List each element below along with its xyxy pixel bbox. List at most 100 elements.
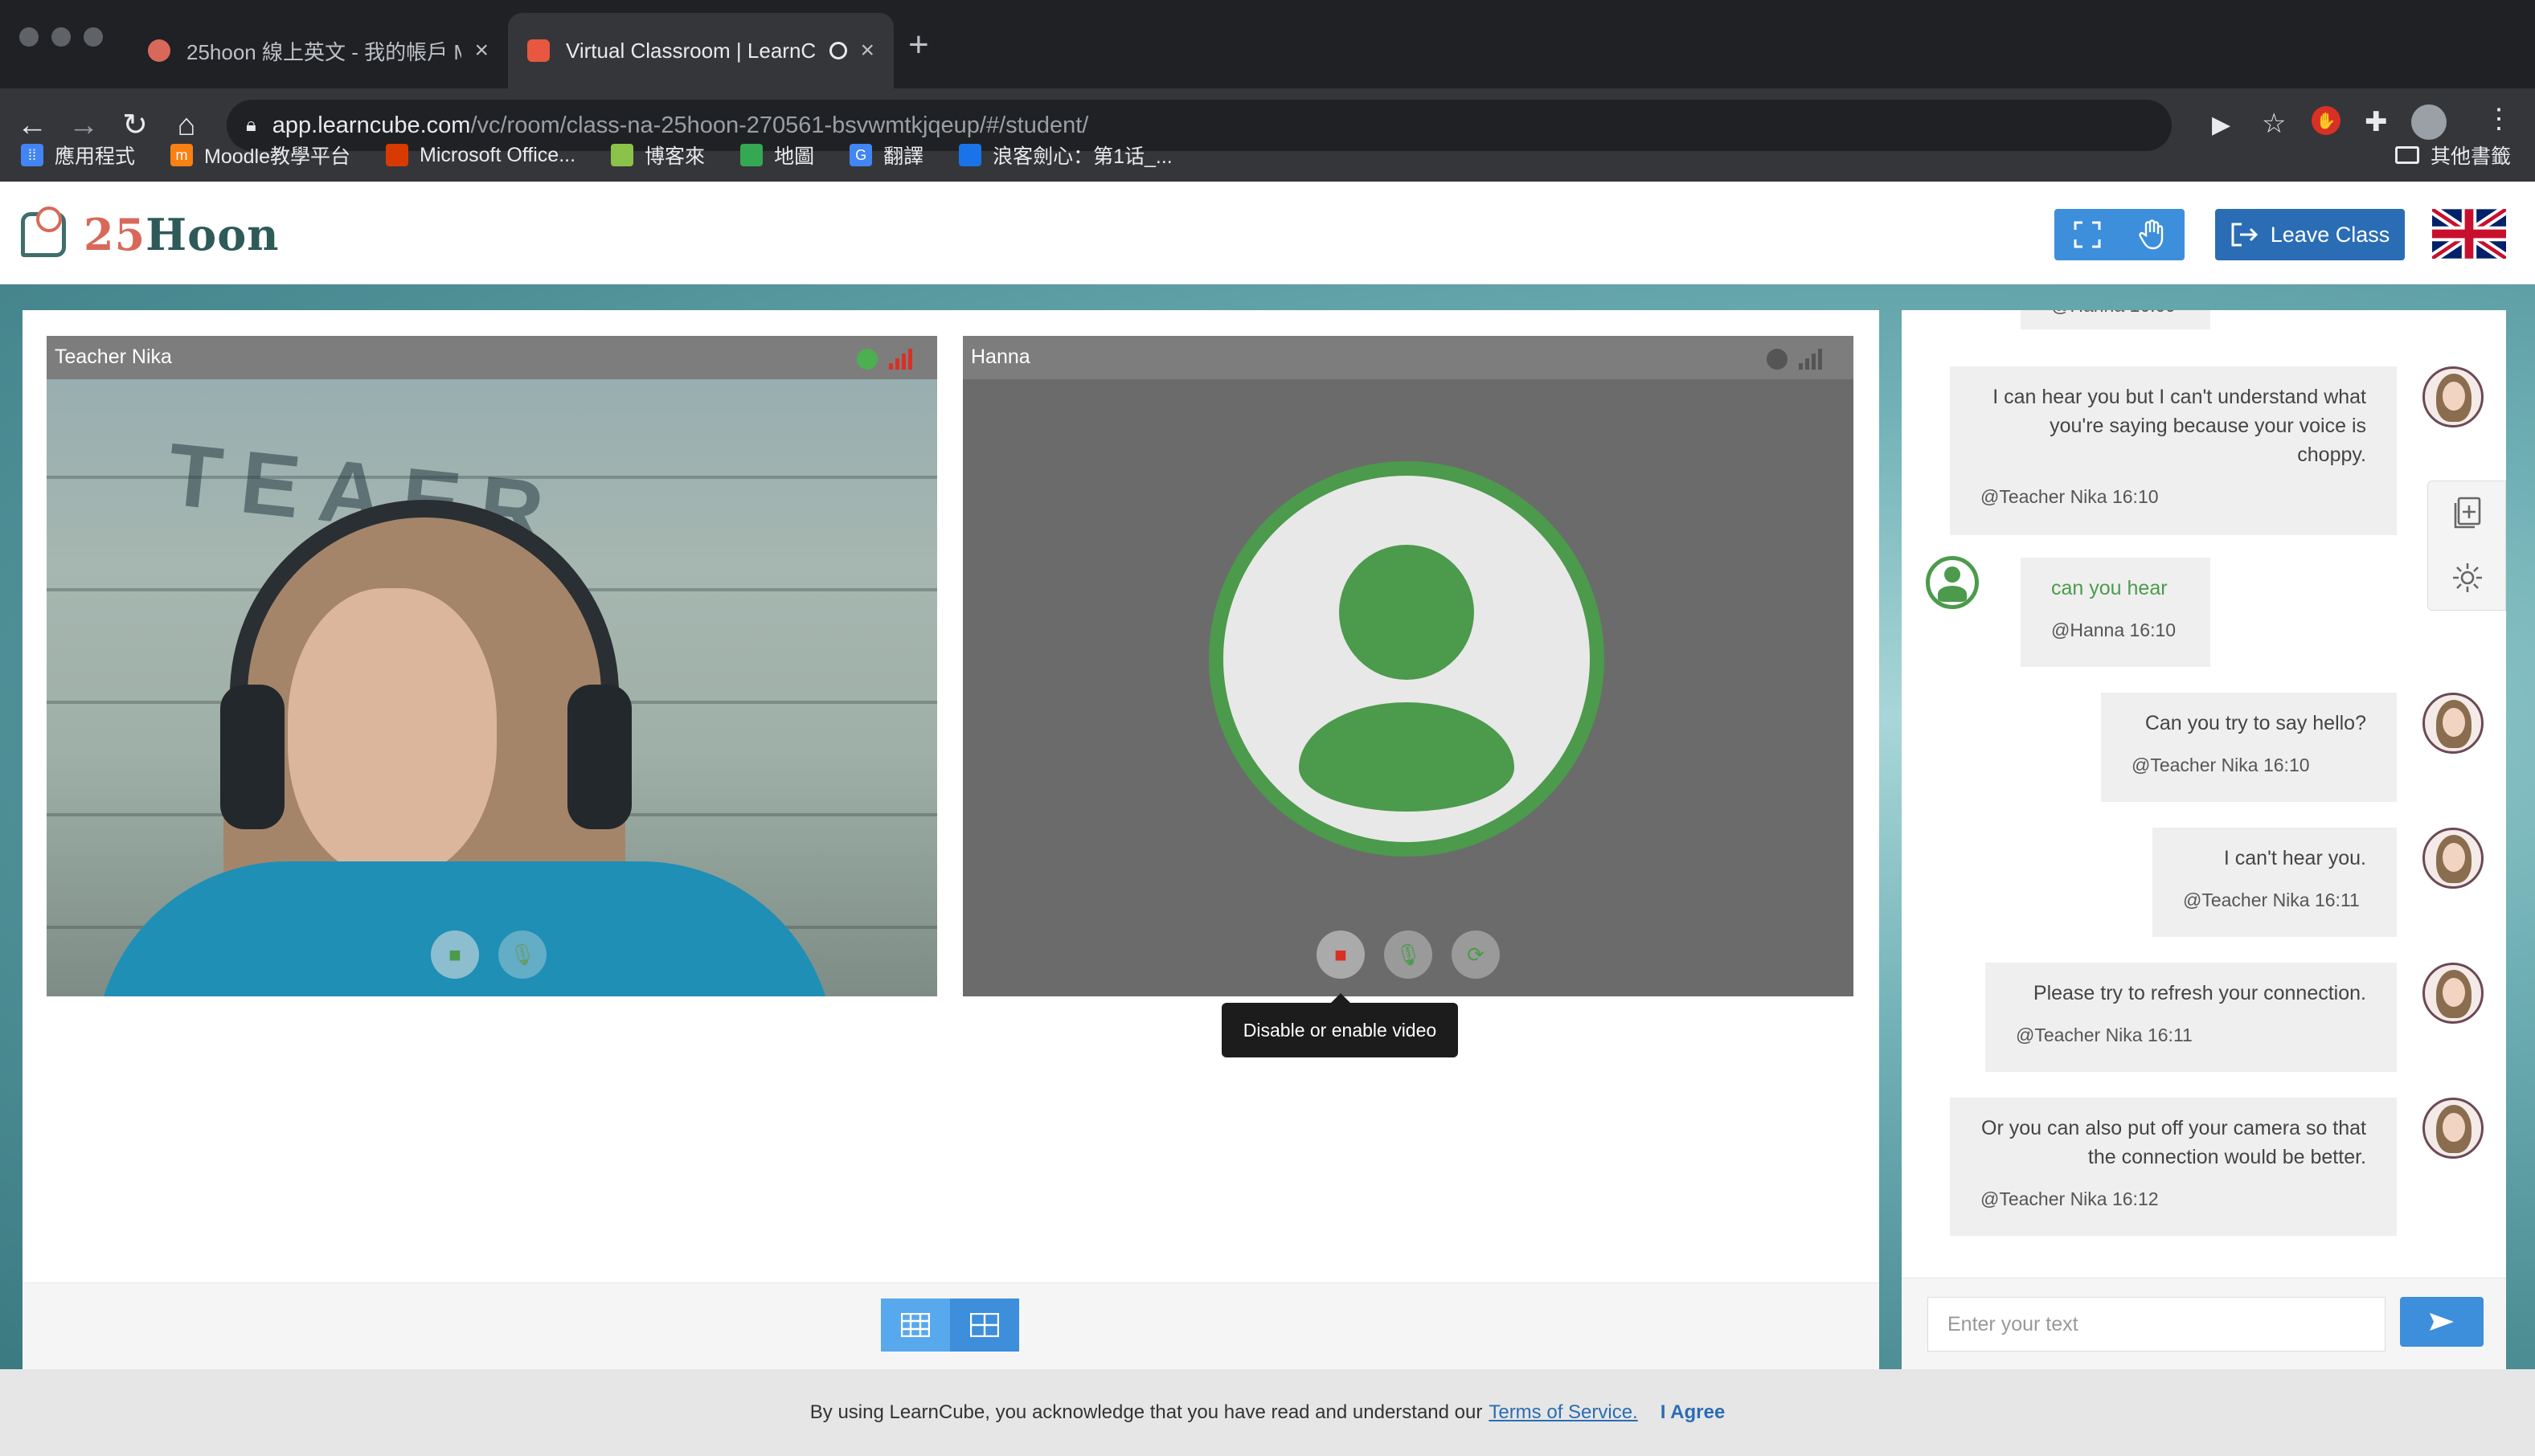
teacher-avatar — [2422, 963, 2484, 1024]
quad-grid-icon — [970, 1313, 999, 1337]
uk-flag-icon[interactable] — [2432, 209, 2506, 259]
apps-grid-icon: ⁞⁞ — [21, 144, 43, 166]
folder-icon — [2394, 146, 2419, 164]
bookmark-translate[interactable]: G 翻譯 — [850, 141, 923, 170]
default-avatar-icon — [1209, 461, 1604, 857]
fullscreen-button[interactable] — [2054, 209, 2119, 260]
leave-class-button[interactable]: Leave Class — [2215, 209, 2405, 260]
bookmark-label: 翻譯 — [883, 145, 924, 168]
tab-title: Virtual Classroom | LearnC — [566, 38, 817, 63]
favicon-25hoon-icon — [148, 39, 170, 62]
teacher-avatar — [2422, 828, 2484, 889]
other-bookmarks-label: 其他書籤 — [2430, 145, 2511, 168]
toggle-video-button[interactable]: ■ — [1317, 930, 1365, 979]
message-text: I can hear you but I can't understand wh… — [1992, 386, 2366, 466]
grid-icon — [901, 1313, 930, 1337]
hand-icon — [2138, 219, 2163, 250]
send-arrow-icon — [2430, 1313, 2454, 1331]
bookmark-label: 應用程式 — [55, 145, 136, 168]
window-minimize-dot[interactable] — [51, 27, 71, 47]
send-message-button[interactable] — [2400, 1297, 2484, 1347]
student-avatar-icon — [1926, 556, 1979, 609]
logo-text: 25Hoon — [84, 209, 279, 260]
teacher-name: Teacher Nika — [55, 346, 172, 368]
teacher-avatar — [2422, 1098, 2484, 1159]
message-meta: @Teacher Nika 16:10 — [2132, 755, 2310, 775]
teacher-tile-header: Teacher Nika — [47, 336, 937, 379]
teacher-avatar — [2422, 366, 2484, 427]
signal-strength-icon — [1799, 347, 1826, 370]
raise-hand-button[interactable] — [2119, 209, 2185, 260]
message-meta: @Teacher Nika 16:11 — [2016, 1025, 2193, 1045]
tab-title: 25hoon 線上英文 - 我的帳戶 My — [186, 39, 462, 64]
bookmark-label: 博客來 — [645, 145, 706, 168]
terms-of-service-link[interactable]: Terms of Service. — [1489, 1401, 1637, 1424]
message-text: Can you try to say hello? — [2144, 712, 2366, 734]
new-tab-button[interactable]: + — [908, 22, 929, 67]
teacher-video-feed: TEAER — [47, 379, 937, 996]
add-document-button[interactable] — [2428, 481, 2507, 546]
browser-tab-account[interactable]: 25hoon 線上英文 - 我的帳戶 My × — [129, 13, 508, 88]
message-text: Or you can also put off your camera so t… — [1981, 1117, 2366, 1168]
settings-button[interactable] — [2428, 546, 2507, 610]
cookie-banner: By using LearnCube, you acknowledge that… — [0, 1369, 2535, 1456]
other-bookmarks[interactable]: 其他書籤 — [2394, 130, 2511, 180]
recording-icon — [829, 42, 848, 59]
signal-strength-icon — [889, 347, 916, 370]
browser-tab-classroom[interactable]: Virtual Classroom | LearnC × — [508, 13, 894, 88]
message-text: I can't hear you. — [2223, 847, 2366, 869]
side-tools — [2427, 481, 2506, 611]
window-close-dot[interactable] — [19, 27, 39, 47]
add-file-icon — [2454, 497, 2481, 529]
message-meta: @Teacher Nika 16:12 — [1980, 1188, 2159, 1209]
bookmark-label: 地圖 — [774, 145, 815, 168]
chat-message-input[interactable] — [1927, 1297, 2386, 1352]
quad-layout-button[interactable] — [950, 1299, 1019, 1352]
exit-icon — [2231, 223, 2258, 247]
logo-mark-icon — [21, 207, 66, 257]
maps-icon — [740, 144, 764, 166]
message-text: can you hear — [2051, 577, 2168, 599]
student-video-tile: Hanna — [963, 336, 1853, 996]
chat-message-cropped: @Hanna 16:09 — [2021, 310, 2210, 329]
window-zoom-dot[interactable] — [84, 27, 103, 47]
chat-message: I can hear you but I can't understand wh… — [1950, 366, 2397, 535]
message-meta: @Teacher Nika 16:11 — [2183, 890, 2360, 910]
bookmark-office[interactable]: Microsoft Office... — [386, 144, 575, 167]
bookmark-books[interactable]: 博客來 — [611, 141, 705, 170]
teacher-video-tile: TEAER Teacher Nika — [47, 336, 937, 996]
chat-message: Or you can also put off your camera so t… — [1950, 1098, 2397, 1236]
teacher-camera-icon: ■ — [431, 930, 479, 979]
message-text: Please try to refresh your connection. — [2033, 982, 2366, 1004]
video-icon — [959, 144, 982, 166]
i-agree-button[interactable]: I Agree — [1661, 1401, 1725, 1424]
toggle-mic-button[interactable]: 🎙︎ — [1384, 930, 1432, 979]
bookmark-video[interactable]: 浪客劍心：第1话_... — [959, 141, 1173, 170]
student-name: Hanna — [971, 346, 1030, 368]
tab-close-icon[interactable]: × — [474, 37, 489, 64]
bookmark-moodle[interactable]: m Moodle教學平台 — [170, 141, 350, 170]
bookmark-label: Moodle教學平台 — [204, 145, 351, 168]
grid-layout-button[interactable] — [881, 1299, 950, 1352]
office-icon — [386, 144, 409, 166]
tab-close-icon[interactable]: × — [860, 37, 874, 64]
chat-message: I can't hear you. @Teacher Nika 16:11 — [2152, 828, 2397, 937]
leave-class-label: Leave Class — [2270, 222, 2390, 247]
browser-tab-strip: 25hoon 線上英文 - 我的帳戶 My × Virtual Classroo… — [0, 0, 2535, 88]
header-tool-group — [2054, 209, 2185, 260]
refresh-connection-button[interactable]: ⟳ — [1452, 930, 1500, 979]
fullscreen-icon — [2074, 221, 2100, 248]
teacher-mic-icon: 🎙︎ — [498, 930, 547, 979]
video-toggle-tooltip: Disable or enable video — [1222, 993, 1458, 1057]
cookie-text: By using LearnCube, you acknowledge that… — [809, 1401, 1483, 1423]
bookmark-label: 浪客劍心：第1话_... — [993, 145, 1173, 168]
bookmark-maps[interactable]: 地圖 — [740, 141, 814, 170]
translate-icon: G — [850, 144, 873, 166]
online-status-dot — [857, 349, 878, 370]
favicon-learncube-icon — [527, 39, 550, 62]
chat-message: Can you try to say hello? @Teacher Nika … — [2101, 693, 2397, 802]
chat-message: Please try to refresh your connection. @… — [1985, 963, 2397, 1072]
layout-switcher — [881, 1299, 1019, 1352]
logo: 25Hoon — [21, 207, 279, 260]
bookmark-apps[interactable]: ⁞⁞ 應用程式 — [21, 141, 135, 170]
